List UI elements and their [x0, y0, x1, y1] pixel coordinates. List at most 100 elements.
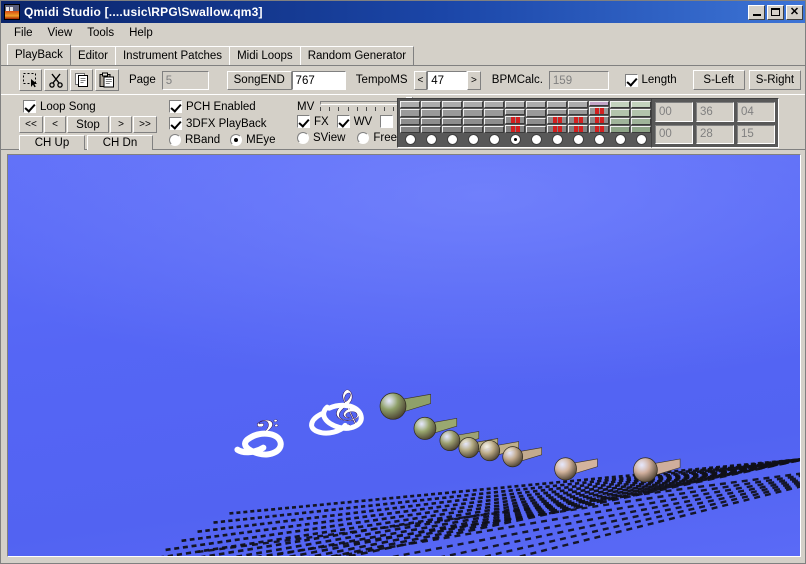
channel-led-dot[interactable]: [635, 134, 647, 145]
channel-cell: [484, 125, 504, 133]
channel-led-5[interactable]: [484, 134, 504, 145]
channel-led-dot[interactable]: [446, 134, 458, 145]
fx-checkbox-box[interactable]: [297, 115, 310, 128]
paste-tool-button[interactable]: [95, 69, 119, 91]
channel-led-dot[interactable]: [404, 134, 416, 145]
channel-column-7[interactable]: [526, 101, 546, 145]
channel-led-dot[interactable]: [593, 134, 605, 145]
channel-led-7[interactable]: [526, 134, 546, 145]
tab-midi-loops[interactable]: Midi Loops: [229, 46, 301, 65]
s-left-button[interactable]: S-Left: [692, 70, 745, 90]
menu-item-tools[interactable]: Tools: [80, 25, 122, 41]
tab-instrument-patches[interactable]: Instrument Patches: [114, 46, 231, 65]
step-back-button[interactable]: <: [44, 116, 66, 133]
channel-led-6[interactable]: [505, 134, 525, 145]
step-forward-button[interactable]: >: [110, 116, 132, 133]
length-checkbox[interactable]: Length: [624, 73, 677, 87]
loop-song-checkbox[interactable]: Loop Song: [23, 100, 169, 113]
channel-column-1[interactable]: [400, 101, 420, 145]
select-tool-button[interactable]: [19, 69, 43, 91]
channel-cell: [631, 109, 651, 117]
channel-led-dot[interactable]: [509, 134, 521, 145]
channel-led-1[interactable]: [400, 134, 420, 145]
channel-column-8[interactable]: [547, 101, 567, 145]
channel-cell: [442, 109, 462, 117]
wv-checkbox[interactable]: WV: [336, 115, 372, 128]
wv-checkbox-box[interactable]: [336, 115, 350, 128]
pch-enabled-checkbox[interactable]: PCH Enabled: [169, 100, 287, 113]
fast-forward-button[interactable]: >>: [133, 116, 157, 133]
3d-note-visualizer[interactable]: 𝄢 𝄞: [7, 154, 801, 557]
ch-dn-button[interactable]: CH Dn: [87, 135, 153, 151]
channel-column-9[interactable]: [568, 101, 588, 145]
close-button[interactable]: ✕: [786, 4, 803, 20]
channel-led-11[interactable]: [610, 134, 630, 145]
cut-tool-button[interactable]: [44, 69, 68, 91]
channel-column-12[interactable]: [631, 101, 651, 145]
pch-enabled-checkbox-box[interactable]: [169, 100, 182, 113]
mv-label: MV: [297, 101, 315, 113]
channel-led-12[interactable]: [631, 134, 651, 145]
rewind-button[interactable]: <<: [19, 116, 43, 133]
channel-led-dot[interactable]: [467, 134, 479, 145]
minimize-button[interactable]: [748, 4, 765, 20]
songend-field[interactable]: 767: [291, 70, 346, 90]
view-mode-free[interactable]: Free: [357, 132, 397, 144]
channel-led-8[interactable]: [547, 134, 567, 145]
channel-led-4[interactable]: [463, 134, 483, 145]
s-right-button[interactable]: S-Right: [748, 70, 801, 90]
menu-item-help[interactable]: Help: [122, 25, 161, 41]
channel-led-dot[interactable]: [425, 134, 437, 145]
channel-cell: [547, 125, 567, 133]
channel-led-dot[interactable]: [572, 134, 584, 145]
clef-group: 𝄢 𝄞: [234, 387, 364, 458]
view-mode-sview-radio[interactable]: [297, 132, 309, 144]
page-field[interactable]: 5: [161, 70, 209, 90]
channel-led-dot[interactable]: [551, 134, 563, 145]
tempo-increment-button[interactable]: >: [467, 70, 481, 90]
menu-item-file[interactable]: File: [7, 25, 41, 41]
view-mode-sview[interactable]: SView: [297, 132, 345, 144]
channel-led-9[interactable]: [568, 134, 588, 145]
view-mode-free-radio[interactable]: [357, 132, 370, 144]
channel-led-dot[interactable]: [488, 134, 500, 145]
view-mode-meye[interactable]: MEye: [230, 134, 276, 146]
channel-column-5[interactable]: [484, 101, 504, 145]
channel-led-dot[interactable]: [614, 134, 626, 145]
loop-song-checkbox-box[interactable]: [23, 100, 36, 113]
view-mode-rband[interactable]: RBand: [169, 134, 220, 146]
channel-column-11[interactable]: [610, 101, 630, 145]
ch-up-button[interactable]: CH Up: [19, 135, 85, 151]
channel-column-3[interactable]: [442, 101, 462, 145]
channel-column-6[interactable]: [505, 101, 525, 145]
view-mode-meye-radio[interactable]: [230, 134, 243, 146]
channel-cell: [421, 101, 441, 109]
tempo-decrement-button[interactable]: <: [413, 70, 428, 90]
3dfx-playback-checkbox-box[interactable]: [169, 117, 182, 130]
channel-led-2[interactable]: [421, 134, 441, 145]
channel-led-3[interactable]: [442, 134, 462, 145]
tab-strip: PlayBack Editor Instrument Patches Midi …: [1, 43, 805, 65]
fx-checkbox[interactable]: FX: [297, 115, 329, 128]
activity-blip: [573, 126, 578, 132]
3d-checkbox-box[interactable]: [380, 115, 394, 128]
channel-column-2[interactable]: [421, 101, 441, 145]
channel-column-10[interactable]: [589, 101, 609, 145]
menu-item-view[interactable]: View: [41, 25, 81, 41]
channel-led-10[interactable]: [589, 134, 609, 145]
length-checkbox-box[interactable]: [624, 73, 638, 87]
channel-cell: [400, 109, 420, 117]
tab-playback[interactable]: PlayBack: [7, 44, 71, 65]
stop-button[interactable]: Stop: [67, 116, 109, 133]
tab-editor[interactable]: Editor: [69, 46, 116, 65]
3dfx-playback-checkbox[interactable]: 3DFX PlayBack: [169, 117, 287, 130]
channel-led-dot[interactable]: [530, 134, 542, 145]
maximize-button[interactable]: [767, 4, 784, 20]
view-mode-rband-radio[interactable]: [169, 134, 181, 146]
copy-tool-button[interactable]: [69, 69, 94, 91]
activity-blip: [552, 117, 557, 123]
channel-column-4[interactable]: [463, 101, 483, 145]
tab-random-generator[interactable]: Random Generator: [299, 46, 415, 65]
songend-button[interactable]: SongEND: [226, 70, 292, 90]
tempo-field[interactable]: 47: [427, 70, 468, 90]
